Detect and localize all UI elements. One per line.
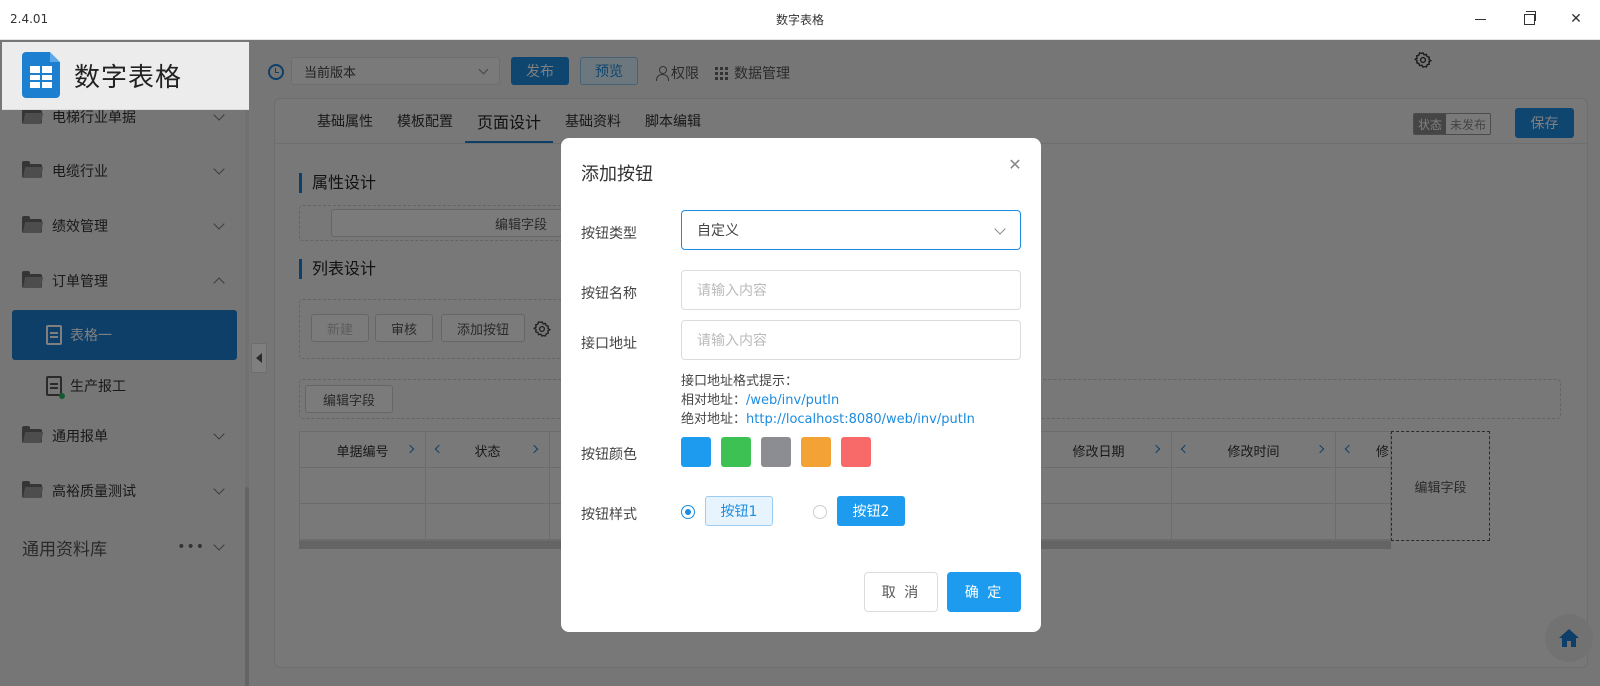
style2-preview[interactable]: 按钮2 <box>837 496 905 526</box>
confirm-button[interactable]: 确 定 <box>947 572 1021 612</box>
color-swatch-red[interactable] <box>841 437 871 467</box>
button-name-input[interactable]: 请输入内容 <box>681 270 1021 310</box>
close-icon: ✕ <box>1570 11 1582 27</box>
close-icon: ✕ <box>1008 154 1022 174</box>
api-url-hint: 接口地址格式提示： 相对地址：/web/inv/putIn 绝对地址：http:… <box>681 372 975 429</box>
app-name: 数字表格 <box>74 63 183 93</box>
button-type-value: 自定义 <box>697 223 739 239</box>
restore-button[interactable] <box>1506 0 1552 38</box>
hint-title: 接口地址格式提示： <box>681 374 799 389</box>
api-url-label: 接口地址 <box>581 336 637 352</box>
color-swatch-green[interactable] <box>721 437 751 467</box>
minimize-button[interactable] <box>1457 0 1503 38</box>
color-swatch-blue[interactable] <box>681 437 711 467</box>
style1-preview[interactable]: 按钮1 <box>705 496 773 526</box>
restore-icon <box>1523 10 1536 25</box>
hint-absolute: 绝对地址：http://localhost:8080/web/inv/putIn <box>681 412 975 427</box>
button-color-label: 按钮颜色 <box>581 447 637 463</box>
cancel-button[interactable]: 取 消 <box>864 572 938 612</box>
title-bar: 2.4.01 数字表格 ✕ <box>0 0 1600 40</box>
color-swatch-orange[interactable] <box>801 437 831 467</box>
app-logo-area: 数字表格 <box>2 42 249 110</box>
api-url-input[interactable]: 请输入内容 <box>681 320 1021 360</box>
window-title: 数字表格 <box>775 13 824 27</box>
style1-radio[interactable] <box>681 505 695 519</box>
color-swatch-gray[interactable] <box>761 437 791 467</box>
button-name-label: 按钮名称 <box>581 286 637 302</box>
minimize-icon <box>1474 18 1486 20</box>
dialog-close-button[interactable]: ✕ <box>1007 154 1023 174</box>
close-window-button[interactable]: ✕ <box>1553 0 1599 38</box>
chevron-down-icon <box>994 223 1006 235</box>
button-style-label: 按钮样式 <box>581 507 637 523</box>
style2-radio[interactable] <box>813 505 827 519</box>
dialog-title: 添加按钮 <box>581 164 653 185</box>
button-type-select[interactable]: 自定义 <box>681 210 1021 250</box>
hint-relative: 相对地址：/web/inv/putIn <box>681 393 840 408</box>
button-type-label: 按钮类型 <box>581 226 637 242</box>
spreadsheet-logo-icon <box>22 52 60 98</box>
add-button-dialog: 添加按钮 ✕ 按钮类型 自定义 按钮名称 请输入内容 接口地址 请输入内容 接口… <box>561 138 1041 632</box>
